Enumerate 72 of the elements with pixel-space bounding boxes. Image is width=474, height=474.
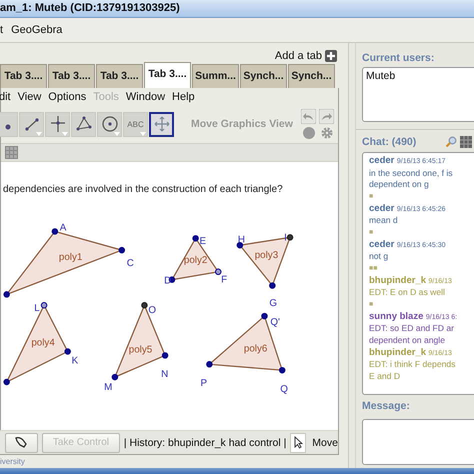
point-label: I	[284, 232, 287, 244]
chat-message: mean d	[369, 215, 399, 227]
chat-label: Chat: (490)	[362, 136, 416, 148]
point-label: A	[60, 222, 66, 234]
users-label: Current users:	[362, 52, 436, 64]
tab[interactable]: Tab 3....	[0, 64, 47, 88]
tool-button[interactable]	[149, 112, 174, 136]
point-label: H	[238, 234, 246, 246]
point-label: L	[34, 302, 40, 314]
menu-item[interactable]: GeoGebra	[11, 24, 62, 36]
move-arrows-icon	[152, 114, 172, 134]
point-icon	[4, 124, 10, 130]
point-label: O	[148, 304, 156, 316]
point-label: Q'	[270, 316, 280, 328]
circle-icon	[100, 114, 120, 134]
point-label: Q	[280, 384, 288, 395]
question-text: dependencies are involved in the construction of each triangle?	[2, 183, 284, 197]
polygon-label: poly3	[254, 250, 278, 261]
tab[interactable]: Tab 3....	[144, 62, 191, 88]
menu-item[interactable]: Help	[172, 90, 195, 102]
polygon-label: poly2	[184, 254, 208, 266]
point-label: D	[164, 275, 172, 286]
tool-button[interactable]: ABC	[123, 112, 148, 136]
polygon-label: poly4	[31, 337, 55, 348]
point-label: M	[104, 382, 112, 393]
tab[interactable]: Tab 3....	[96, 64, 143, 88]
menu-item[interactable]: Options	[48, 90, 86, 102]
tab[interactable]: Synch...	[288, 64, 335, 88]
user-item[interactable]: Muteb	[366, 70, 474, 82]
message-field[interactable]	[362, 419, 474, 465]
menu-item[interactable]: View	[18, 90, 42, 102]
point-label: K	[72, 355, 78, 366]
chat-author: ceder	[369, 238, 394, 250]
polygon-label: poly5	[128, 344, 152, 356]
chat-message: EDT: so ED and FD ar	[369, 323, 456, 335]
menu-item[interactable]: Window	[126, 90, 166, 102]
chat-author: ceder	[369, 202, 394, 214]
add-tab-button[interactable]: Add a tab	[274, 50, 337, 62]
chat-author: ceder	[369, 155, 394, 166]
footer-text: iversity	[0, 456, 26, 468]
chat-message: E and D	[369, 370, 402, 382]
polygon-label: poly1	[58, 252, 82, 263]
plus-icon	[325, 50, 337, 62]
hand-icon	[14, 436, 28, 449]
chat-author: sunny blaze	[369, 310, 424, 322]
tab[interactable]: Summ...	[192, 64, 239, 88]
mode-label: Move	[312, 436, 338, 448]
chat-message: not g	[369, 251, 390, 263]
chat-message: in the second one, f is	[369, 168, 454, 180]
chat-author: bhupinder_k	[369, 346, 426, 358]
tab[interactable]: Tab 3....	[48, 64, 95, 88]
message-label: Message:	[362, 400, 411, 412]
point-label: E	[200, 236, 206, 248]
point-label: C	[126, 258, 134, 269]
menu-item[interactable]: t	[0, 24, 4, 36]
history-text: | History: bhupinder_k had control |	[124, 436, 286, 448]
point-label: G	[269, 298, 278, 310]
chat-author: bhupinder_k	[369, 274, 426, 286]
tool-hint: Move Graphics View	[191, 118, 293, 130]
chat-message: EDT: i think F depends	[369, 359, 456, 371]
hand-button[interactable]	[5, 432, 38, 452]
point-label: P	[200, 378, 208, 389]
chat-message: dependent on g	[369, 179, 430, 191]
window-title: am_1: Muteb (CID:1379191303925)	[0, 2, 180, 14]
pointer-icon	[294, 436, 303, 449]
polygon-label: poly6	[244, 343, 268, 354]
point-label: F	[221, 274, 228, 286]
point-label: N	[161, 368, 168, 380]
tab[interactable]: Synch...	[240, 64, 287, 88]
chat-message: EDT: E on D as well	[369, 287, 446, 299]
pointer-button[interactable]	[290, 432, 306, 452]
chat-message: dependent on angle	[369, 334, 446, 347]
